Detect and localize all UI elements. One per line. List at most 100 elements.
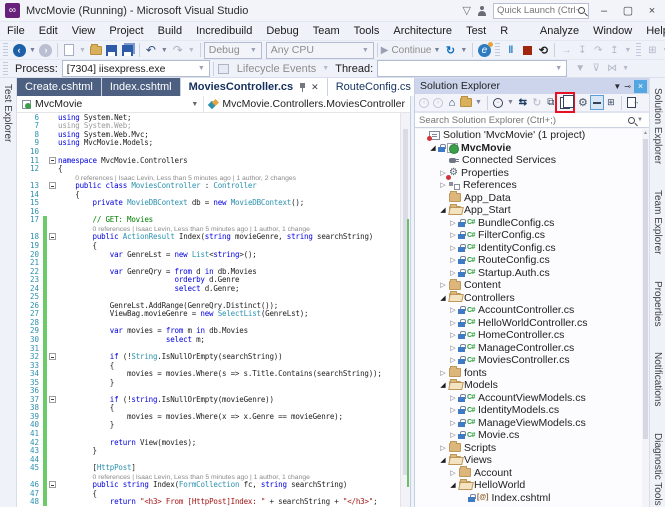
pending-changes-filter-icon[interactable]: · — [491, 95, 505, 110]
tree-item-controllers[interactable]: ◢Controllers — [415, 292, 642, 305]
menu-test[interactable]: Test — [459, 22, 493, 40]
tree-item-app-data[interactable]: App_Data — [415, 192, 642, 205]
forward-icon[interactable]: › — [431, 95, 445, 110]
expander-collapsed-icon[interactable]: ▷ — [438, 444, 448, 452]
notifications-flag-icon[interactable]: ▽ — [463, 4, 471, 17]
expander-collapsed-icon[interactable]: ▷ — [448, 431, 458, 439]
tree-item-connected-services[interactable]: Connected Services — [415, 154, 642, 167]
tree-item-content[interactable]: ▷Content — [415, 279, 642, 292]
toolbar-grip[interactable] — [3, 43, 8, 57]
tree-item-fonts[interactable]: ▷fonts — [415, 367, 642, 380]
save-button[interactable] — [104, 42, 120, 58]
menu-view[interactable]: View — [65, 22, 103, 40]
solution-explorer-header[interactable]: Solution Explorer ▼ ⊸ × — [415, 78, 649, 94]
stop-debugging-button[interactable] — [519, 42, 535, 58]
redo-caret-icon[interactable]: ▼ — [186, 47, 197, 54]
expander-expanded-icon[interactable]: ◢ — [438, 456, 448, 464]
expander-expanded-icon[interactable]: ◢ — [438, 294, 448, 302]
window-position-caret-icon[interactable]: ▼ — [613, 82, 621, 91]
type-dropdown[interactable]: MvcMovie.Controllers.MoviesController — [204, 96, 410, 112]
navigate-back-button[interactable]: ‹ — [11, 42, 27, 58]
breakpoints-icon[interactable]: ⊞ — [644, 42, 660, 58]
tree-item-managecontroller-cs[interactable]: ▷C#ManageController.cs — [415, 342, 642, 355]
break-all-button[interactable]: ‖ — [503, 42, 519, 58]
pin-icon[interactable] — [299, 83, 306, 92]
solution-explorer-search-box[interactable]: ▼ — [415, 112, 649, 128]
side-tab-notifications[interactable]: Notifications — [650, 346, 665, 412]
continue-caret-icon[interactable]: ▼ — [431, 47, 442, 54]
back-icon[interactable]: ‹ — [417, 95, 431, 110]
navigate-forward-button[interactable]: › — [38, 42, 54, 58]
expander-collapsed-icon[interactable]: ▷ — [448, 306, 458, 314]
menu-team[interactable]: Team — [306, 22, 347, 40]
search-options-caret-icon[interactable]: ▼ — [635, 117, 645, 123]
tree-item-properties[interactable]: ▷⚙Properties — [415, 167, 642, 180]
expander-collapsed-icon[interactable]: ▷ — [448, 469, 458, 477]
flagged-threads-icon[interactable]: ⊽ — [588, 61, 604, 77]
expander-collapsed-icon[interactable]: ▷ — [438, 181, 448, 189]
maximize-button[interactable]: ▢ — [619, 4, 637, 17]
show-next-statement-icon[interactable]: → — [558, 42, 574, 58]
refresh-icon[interactable]: ↻ — [530, 95, 544, 110]
tree-item-accountcontroller-cs[interactable]: ▷C#AccountController.cs — [415, 304, 642, 317]
menu-debug[interactable]: Debug — [259, 22, 305, 40]
expander-collapsed-icon[interactable]: ▷ — [448, 394, 458, 402]
tree-item-account[interactable]: ▷Account — [415, 467, 642, 480]
side-tab-properties[interactable]: Properties — [650, 275, 665, 333]
restart-debugging-button[interactable]: ⟲ — [535, 42, 551, 58]
editor-vertical-scrollbar[interactable] — [400, 113, 410, 507]
expander-collapsed-icon[interactable]: ▷ — [448, 269, 458, 277]
expander-expanded-icon[interactable]: ◢ — [428, 144, 438, 152]
step-out-icon[interactable]: ↥ — [606, 42, 622, 58]
menu-architecture[interactable]: Architecture — [386, 22, 459, 40]
home-icon[interactable]: ⌂ — [445, 95, 459, 110]
side-tab-team-explorer[interactable]: Team Explorer — [650, 184, 665, 260]
expander-collapsed-icon[interactable]: ▷ — [448, 231, 458, 239]
document-tab-create-cshtml[interactable]: Create.cshtml — [17, 78, 101, 96]
tree-item-helloworld[interactable]: ◢HelloWorld — [415, 479, 642, 492]
tree-item-views[interactable]: ◢Views — [415, 454, 642, 467]
fold-collapse-icon[interactable] — [49, 481, 56, 488]
tree-item-accountviewmodels-cs[interactable]: ▷C#AccountViewModels.cs — [415, 392, 642, 405]
tree-item-helloworldcontroller-cs[interactable]: ▷C#HelloWorldController.cs — [415, 317, 642, 330]
expander-collapsed-icon[interactable]: ▷ — [448, 406, 458, 414]
tree-item-solution-mvcmovie-1-project[interactable]: Solution 'MvcMovie' (1 project) — [415, 129, 642, 142]
solution-configuration-dropdown[interactable]: Debug▼ — [204, 42, 262, 59]
show-on-code-map-icon[interactable] — [625, 95, 639, 110]
toolbar-grip[interactable] — [3, 62, 8, 76]
expander-collapsed-icon[interactable]: ▷ — [448, 331, 458, 339]
quick-launch-input[interactable] — [497, 5, 578, 16]
fold-collapse-icon[interactable] — [49, 396, 56, 403]
navigate-back-caret-icon[interactable]: ▼ — [27, 47, 38, 54]
close-tab-icon[interactable]: ✕ — [311, 82, 319, 93]
quick-launch-box[interactable] — [493, 3, 589, 19]
browser-preview-button[interactable]: e — [476, 42, 492, 58]
expander-collapsed-icon[interactable]: ▷ — [448, 319, 458, 327]
menu-edit[interactable]: Edit — [32, 22, 65, 40]
undo-caret-icon[interactable]: ▼ — [159, 47, 170, 54]
fold-collapse-icon[interactable] — [49, 233, 56, 240]
code-editor[interactable]: 6using System.Net;7using System.Web;8usi… — [17, 113, 410, 507]
expander-collapsed-icon[interactable]: ▷ — [448, 356, 458, 364]
feedback-icon[interactable] — [477, 6, 487, 16]
tree-item-moviescontroller-cs[interactable]: ▷C#MoviesController.cs — [415, 354, 642, 367]
tree-item-index-cshtml[interactable]: [@]Index.cshtml — [415, 492, 642, 505]
menu-file[interactable]: File — [0, 22, 32, 40]
menu-tools[interactable]: Tools — [347, 22, 387, 40]
tree-item-identityconfig-cs[interactable]: ▷C#IdentityConfig.cs — [415, 242, 642, 255]
process-dropdown[interactable]: [7304] iisexpress.exe▼ — [62, 60, 210, 77]
expander-collapsed-icon[interactable]: ▷ — [448, 219, 458, 227]
close-button[interactable]: × — [643, 5, 661, 17]
collapse-all-icon[interactable]: ⧉ — [544, 95, 558, 110]
switch-views-caret-icon[interactable]: ▼ — [473, 99, 484, 106]
fold-collapse-icon[interactable] — [49, 182, 56, 189]
tree-item-mvcmovie[interactable]: ◢MvcMovie — [415, 142, 642, 155]
tree-vertical-scrollbar[interactable]: ▲ — [642, 129, 649, 507]
tree-item-filterconfig-cs[interactable]: ▷C#FilterConfig.cs — [415, 229, 642, 242]
auto-hide-pin-icon[interactable]: ⊸ — [624, 82, 631, 91]
menu-window[interactable]: Window — [586, 22, 639, 40]
menu-help[interactable]: Help — [639, 22, 665, 40]
undo-button[interactable]: ↶ — [143, 42, 159, 58]
side-tab-diagnostic-tools[interactable]: Diagnostic Tools — [650, 427, 665, 507]
step-over-icon[interactable]: ↷ — [590, 42, 606, 58]
